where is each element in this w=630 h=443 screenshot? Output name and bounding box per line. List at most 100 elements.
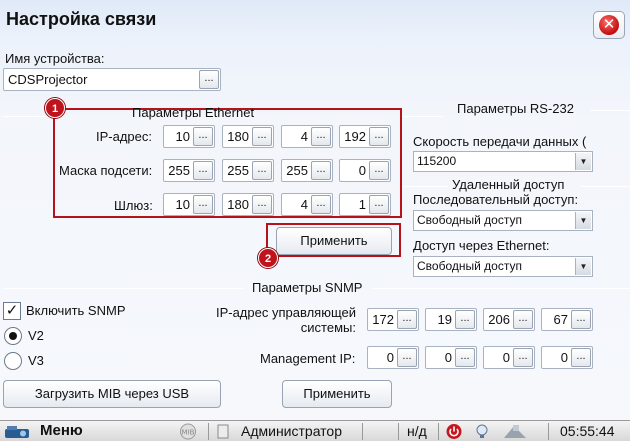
management-ip-octet-4[interactable]: 0... — [541, 346, 593, 369]
ip-octet-3[interactable]: 4... — [281, 125, 333, 148]
ip-octet-1-button[interactable]: ... — [193, 127, 213, 146]
gateway-octet-1[interactable]: 10... — [163, 193, 215, 216]
management-ip-octet-4-button[interactable]: ... — [571, 348, 591, 367]
mgmt-system-ip-octet-1-button[interactable]: ... — [397, 310, 417, 329]
mgmt-system-ip-label-line1: IP-адрес управляющей — [215, 305, 356, 320]
mgmt-system-ip-octet-4[interactable]: 67... — [541, 308, 593, 331]
mgmt-system-ip-octet-3[interactable]: 206... — [483, 308, 535, 331]
mask-octet-4[interactable]: 0... — [339, 159, 391, 182]
device-name-label: Имя устройства: — [5, 51, 105, 66]
ethernet-group-line — [3, 116, 55, 117]
management-ip-octet-1-button[interactable]: ... — [397, 348, 417, 367]
mask-octet-4-button[interactable]: ... — [369, 161, 389, 180]
gateway-octet-4[interactable]: 1... — [339, 193, 391, 216]
document-icon — [214, 423, 232, 440]
snmp-group-title: Параметры SNMP — [252, 280, 363, 295]
management-ip-octet-3-value: 0 — [502, 350, 510, 365]
device-name-browse-button[interactable]: ... — [199, 70, 219, 89]
gateway-octet-4-button[interactable]: ... — [369, 195, 389, 214]
mask-octet-2-button[interactable]: ... — [252, 161, 272, 180]
ethernet-apply-button[interactable]: Применить — [276, 227, 392, 255]
taskbar-separator — [208, 423, 209, 440]
close-icon: ✕ — [599, 15, 619, 35]
connection-settings-window: Настройка связи ✕ Имя устройства: CDSPro… — [0, 0, 630, 420]
gateway-octet-3[interactable]: 4... — [281, 193, 333, 216]
device-name-field[interactable]: CDSProjector ... — [3, 68, 221, 91]
mgmt-system-ip-octet-2-button[interactable]: ... — [455, 310, 475, 329]
snmp-v3-label: V3 — [28, 353, 44, 368]
network-icon[interactable] — [500, 423, 530, 440]
clock: 05:55:44 — [560, 423, 615, 439]
management-ip-octet-2[interactable]: 0... — [425, 346, 477, 369]
management-ip-octet-1[interactable]: 0... — [367, 346, 419, 369]
ip-octet-3-button[interactable]: ... — [311, 127, 331, 146]
management-ip-octet-3-button[interactable]: ... — [513, 348, 533, 367]
baud-rate-label: Скорость передачи данных ( — [413, 134, 587, 149]
ip-octet-1[interactable]: 10... — [163, 125, 215, 148]
ethernet-group-line-right — [403, 116, 443, 117]
subnet-mask-label: Маска подсети: — [59, 163, 153, 178]
power-icon[interactable] — [444, 423, 464, 440]
mgmt-system-ip-octet-4-button[interactable]: ... — [571, 310, 591, 329]
gateway-octet-1-button[interactable]: ... — [193, 195, 213, 214]
projector-icon[interactable] — [3, 423, 33, 440]
chevron-down-icon[interactable]: ▼ — [575, 153, 591, 170]
mask-octet-3-value: 255 — [286, 163, 308, 178]
mask-octet-1[interactable]: 255... — [163, 159, 215, 182]
management-ip-octet-4-value: 0 — [560, 350, 568, 365]
mask-octet-2-value: 255 — [227, 163, 249, 178]
ethernet-access-value: Свободный доступ — [417, 259, 522, 273]
lightbulb-icon[interactable] — [473, 423, 491, 440]
menu-button[interactable]: Меню — [40, 422, 83, 439]
mgmt-system-ip-octet-2-value: 19 — [437, 312, 452, 327]
mask-octet-1-button[interactable]: ... — [193, 161, 213, 180]
mib-icon: MIB — [176, 423, 200, 440]
management-ip-octet-2-value: 0 — [444, 350, 452, 365]
mgmt-system-ip-label-line2: системы: — [300, 320, 356, 335]
snmp-v3-radio[interactable] — [4, 352, 22, 370]
management-ip-octet-2-button[interactable]: ... — [455, 348, 475, 367]
rs232-group-line — [590, 110, 630, 111]
mgmt-system-ip-label: IP-адрес управляющей системы: — [214, 305, 356, 335]
ip-octet-4[interactable]: 192... — [339, 125, 391, 148]
ip-octet-2[interactable]: 180... — [222, 125, 274, 148]
taskbar: Меню MIB Администратор н/д 05:55:44 — [0, 420, 630, 441]
management-ip-label: Management IP: — [260, 351, 356, 366]
mgmt-system-ip-octet-2[interactable]: 19... — [425, 308, 477, 331]
chevron-down-icon[interactable]: ▼ — [575, 258, 591, 275]
ip-octet-4-value: 192 — [344, 129, 366, 144]
close-button[interactable]: ✕ — [593, 11, 625, 39]
mask-octet-1-value: 255 — [168, 163, 190, 178]
ip-octet-1-value: 10 — [175, 129, 190, 144]
gateway-octet-2[interactable]: 180... — [222, 193, 274, 216]
status-label: н/д — [407, 423, 427, 439]
rs232-group-title: Параметры RS-232 — [457, 101, 574, 116]
serial-access-select[interactable]: Свободный доступ ▼ — [413, 210, 593, 231]
mask-octet-3-button[interactable]: ... — [311, 161, 331, 180]
snmp-v2-radio[interactable] — [4, 327, 22, 345]
gateway-octet-2-button[interactable]: ... — [252, 195, 272, 214]
gateway-octet-3-value: 4 — [300, 197, 308, 212]
ethernet-access-label: Доступ через Ethernet: — [413, 238, 550, 253]
gateway-octet-3-button[interactable]: ... — [311, 195, 331, 214]
mgmt-system-ip-octet-3-button[interactable]: ... — [513, 310, 533, 329]
mask-octet-4-value: 0 — [358, 163, 366, 178]
remote-group-line-left — [403, 186, 448, 187]
gateway-octet-2-value: 180 — [227, 197, 249, 212]
chevron-down-icon[interactable]: ▼ — [575, 212, 591, 229]
baud-rate-select[interactable]: 115200 ▼ — [413, 151, 593, 172]
ethernet-access-select[interactable]: Свободный доступ ▼ — [413, 256, 593, 277]
ip-octet-4-button[interactable]: ... — [369, 127, 389, 146]
ip-octet-2-button[interactable]: ... — [252, 127, 272, 146]
enable-snmp-checkbox[interactable]: ✓ — [3, 302, 21, 320]
mask-octet-3[interactable]: 255... — [281, 159, 333, 182]
mgmt-system-ip-octet-3-value: 206 — [488, 312, 510, 327]
annotation-badge-2: 2 — [258, 248, 278, 268]
gateway-octet-4-value: 1 — [358, 197, 366, 212]
mgmt-system-ip-octet-1[interactable]: 172... — [367, 308, 419, 331]
taskbar-separator — [362, 423, 363, 440]
snmp-apply-button[interactable]: Применить — [282, 380, 392, 408]
load-mib-usb-button[interactable]: Загрузить MIB через USB — [3, 380, 221, 408]
management-ip-octet-3[interactable]: 0... — [483, 346, 535, 369]
mask-octet-2[interactable]: 255... — [222, 159, 274, 182]
